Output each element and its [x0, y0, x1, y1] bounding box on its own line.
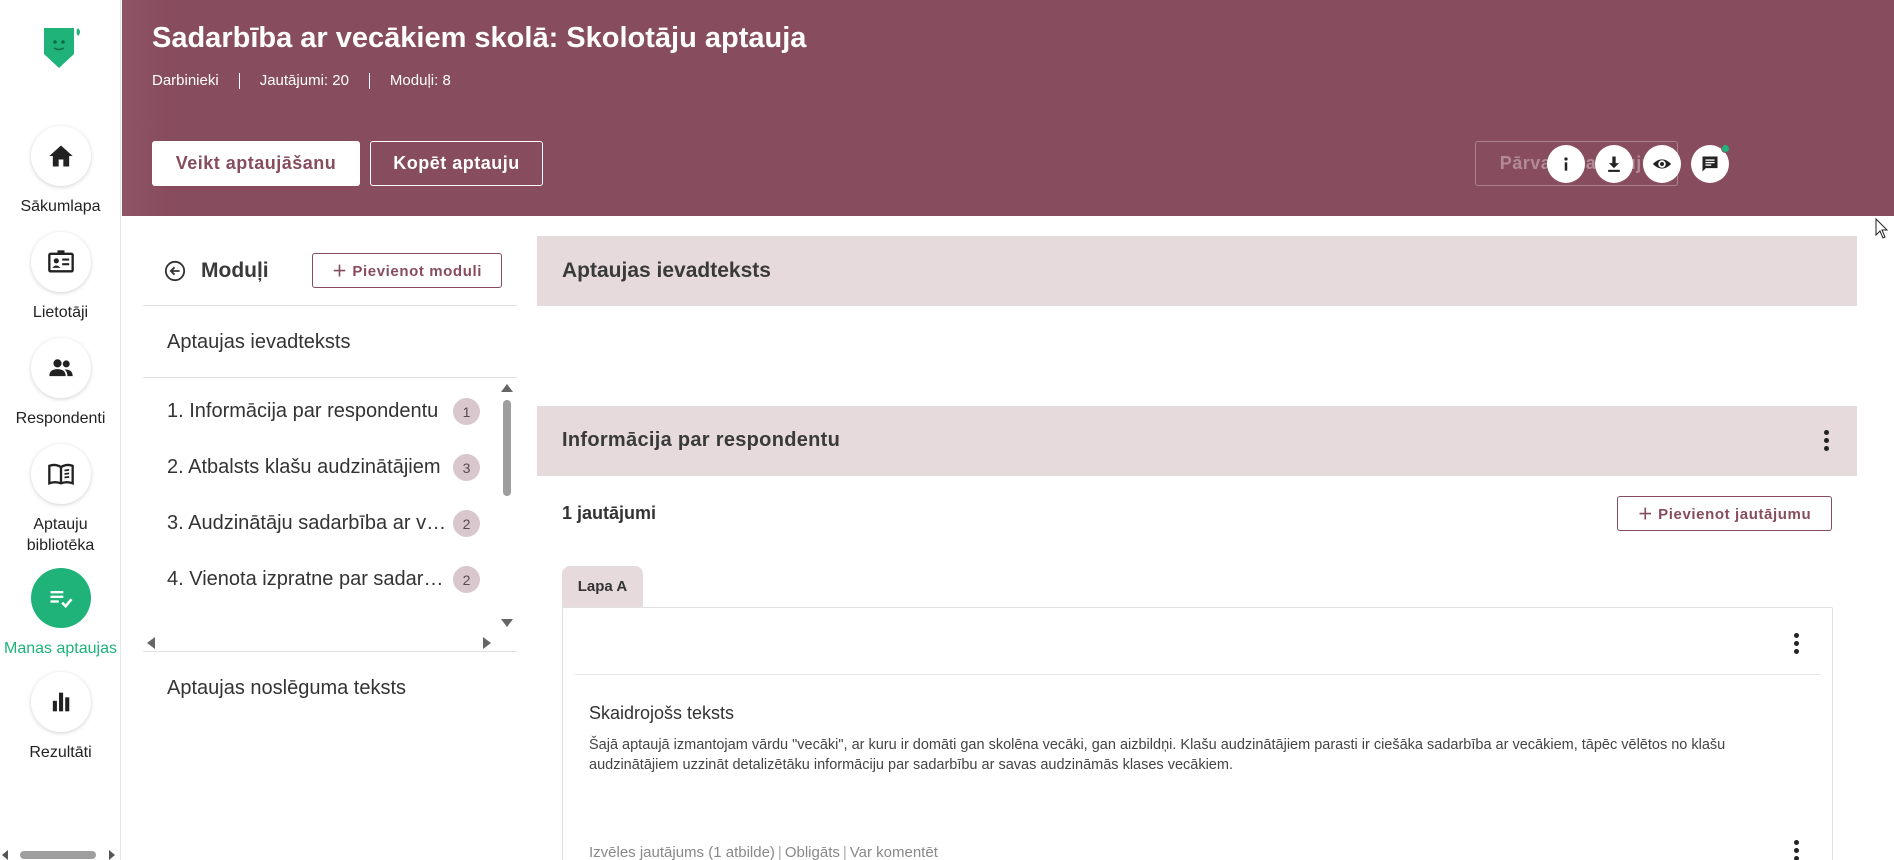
add-question-label: Pievienot jautājumu: [1658, 506, 1812, 523]
module-item-label: 1. Informācija par respondentu: [167, 400, 439, 422]
question-type: Izvēles jautājums (1 atbilde): [589, 844, 775, 860]
page-title: Sadarbība ar vecākiem skolā: Skolotāju a…: [152, 22, 807, 54]
scroll-right-arrow-icon[interactable]: [109, 850, 115, 860]
module-question-count-badge: 3: [453, 454, 480, 481]
question-title: Skaidrojošs teksts: [589, 703, 735, 723]
module-question-count-badge: 2: [453, 510, 480, 537]
module-list-scrollbar[interactable]: [503, 400, 511, 496]
scroll-left-arrow-icon[interactable]: [2, 850, 8, 860]
intro-text-section-header[interactable]: Aptaujas ievadteksts: [537, 236, 1857, 306]
page-more-options-icon[interactable]: [1794, 633, 1800, 655]
module-closing-text-item[interactable]: Aptaujas noslēguma teksts: [143, 651, 517, 723]
nav-item-results[interactable]: Rezultāti: [0, 672, 121, 763]
comments-icon[interactable]: [1691, 144, 1730, 183]
nav-item-home[interactable]: Sākumlapa: [0, 126, 121, 217]
scroll-right-arrow-icon[interactable]: [483, 637, 491, 649]
module-list: 1. Informācija par respondentu 1 2. Atba…: [143, 378, 517, 860]
mouse-cursor-icon: [1875, 218, 1889, 239]
intro-section-title: Aptaujas ievadteksts: [562, 259, 771, 282]
info-icon[interactable]: [1547, 145, 1585, 183]
left-navigation: Sākumlapa Lietotāji Respondenti Aptauju …: [0, 0, 121, 860]
module-question-count-badge: 1: [453, 398, 480, 425]
scroll-up-arrow-icon[interactable]: [501, 384, 513, 392]
nav-item-my-surveys[interactable]: Manas aptaujas: [0, 568, 121, 659]
tab-page-a[interactable]: Lapa A: [562, 566, 643, 608]
app-root: Sākumlapa Lietotāji Respondenti Aptauju …: [0, 0, 1894, 860]
question-comments: Var komentēt: [849, 844, 938, 860]
scrollbar-thumb[interactable]: [20, 851, 96, 859]
nav-label: Lietotāji: [32, 304, 89, 321]
checklist-icon: [30, 568, 91, 628]
people-icon: [30, 338, 91, 398]
module-question-count-badge: 2: [453, 566, 480, 593]
module-section-header[interactable]: Informācija par respondentu: [537, 406, 1857, 476]
book-icon: [30, 444, 91, 504]
meta-question-count: Jautājumi: 20: [259, 72, 349, 89]
meta-audience: Darbinieki: [152, 72, 219, 89]
notification-dot: [1721, 144, 1730, 153]
question-meta: Izvēles jautājums (1 atbilde) | Obligāts | V…: [589, 844, 938, 860]
scroll-down-arrow-icon[interactable]: [501, 619, 513, 627]
download-icon[interactable]: [1595, 145, 1633, 183]
nav-item-respondents[interactable]: Respondenti: [0, 338, 121, 429]
logo-icon[interactable]: [40, 24, 84, 72]
module-more-options-icon[interactable]: [1824, 430, 1830, 452]
survey-meta: Darbinieki Jautājumi: 20 Moduļi: 8: [152, 72, 451, 89]
plus-icon: ＋: [332, 263, 353, 280]
meta-module-count: Moduļi: 8: [389, 72, 451, 89]
start-survey-button[interactable]: Veikt aptaujāšanu: [152, 141, 360, 186]
survey-header: Sadarbība ar vecākiem skolā: Skolotāju a…: [122, 0, 1894, 216]
bar-chart-icon: [30, 672, 91, 732]
module-intro-text-item[interactable]: Aptaujas ievadteksts: [143, 306, 517, 378]
id-card-icon: [30, 232, 91, 292]
question-count: 1 jautājumi: [562, 503, 657, 523]
module-item[interactable]: 4. Vienota izpratne par sadarbību 2: [143, 546, 483, 613]
add-module-button[interactable]: ＋ Pievienot moduli: [312, 253, 502, 288]
meta-divider: |: [842, 844, 847, 860]
preview-eye-icon[interactable]: [1643, 145, 1681, 183]
module-item-label: 4. Vienota izpratne par sadarbību: [167, 568, 447, 590]
module-content: Aptaujas ievadteksts Informācija par res…: [537, 216, 1857, 860]
nav-item-survey-library[interactable]: Aptauju bibliotēka: [0, 444, 121, 556]
meta-divider: [238, 72, 240, 89]
meta-divider: |: [777, 844, 782, 860]
modules-header: Moduļi ＋ Pievienot moduli: [143, 216, 517, 306]
meta-divider: [368, 72, 370, 89]
nav-horizontal-scrollbar[interactable]: [0, 846, 121, 860]
nav-label: Respondenti: [15, 410, 106, 427]
module-section-title: Informācija par respondentu: [562, 429, 841, 451]
copy-survey-button[interactable]: Kopēt aptauju: [370, 141, 543, 186]
nav-label: Manas aptaujas: [4, 640, 117, 657]
card-divider: [575, 674, 1820, 675]
add-question-button[interactable]: ＋ Pievienot jautājumu: [1617, 496, 1832, 531]
nav-item-users[interactable]: Lietotāji: [0, 232, 121, 323]
modules-title: Moduļi: [201, 259, 269, 282]
module-item-label: 3. Audzinātāju sadarbība ar vecākiem: [167, 512, 447, 534]
question-more-options-icon[interactable]: [1794, 840, 1800, 860]
question-card: Skaidrojošs teksts Šajā aptaujā izmantoj…: [562, 607, 1833, 860]
question-required: Obligāts: [784, 844, 840, 860]
nav-label: Rezultāti: [29, 744, 92, 761]
home-icon: [30, 126, 91, 186]
scroll-left-arrow-icon[interactable]: [147, 637, 155, 649]
back-arrow-icon[interactable]: [164, 260, 186, 282]
module-item-label: 2. Atbalsts klašu audzinātājiem: [167, 456, 441, 478]
modules-panel: Moduļi ＋ Pievienot moduli Aptaujas ievad…: [143, 216, 517, 860]
nav-label: Aptauju bibliotēka: [26, 516, 95, 554]
nav-label: Sākumlapa: [20, 198, 101, 215]
question-text: Šajā aptaujā izmantojam vārdu "vecāki", …: [589, 737, 1726, 773]
plus-icon: ＋: [1637, 506, 1659, 523]
add-module-label: Pievienot moduli: [352, 263, 482, 280]
